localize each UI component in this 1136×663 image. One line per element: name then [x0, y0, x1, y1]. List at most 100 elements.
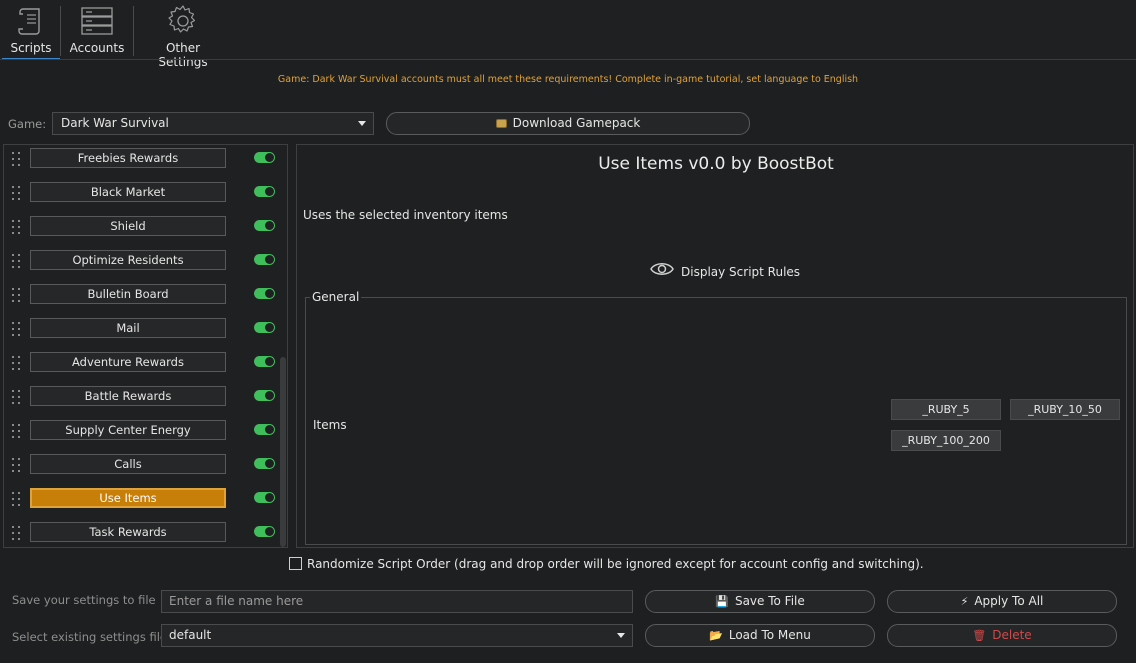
script-toggle[interactable]	[254, 526, 275, 537]
game-label: Game:	[8, 117, 47, 131]
toggle-knob	[265, 357, 274, 366]
script-button[interactable]: Calls	[30, 454, 226, 474]
script-button[interactable]: Adventure Rewards	[30, 352, 226, 372]
script-button[interactable]: Supply Center Energy	[30, 420, 226, 440]
script-toggle[interactable]	[254, 152, 275, 163]
item-chip[interactable]: _RUBY_5	[891, 399, 1001, 420]
script-row[interactable]: Black Market	[4, 179, 279, 213]
script-row[interactable]: Mail	[4, 315, 279, 349]
drag-handle-icon[interactable]	[12, 458, 22, 478]
script-button[interactable]: Mail	[30, 318, 226, 338]
select-settings-label: Select existing settings file	[12, 630, 167, 644]
script-row[interactable]: Calls	[4, 451, 279, 485]
script-list-scrollbar[interactable]	[280, 357, 286, 547]
script-button[interactable]: Optimize Residents	[30, 250, 226, 270]
folder-icon: 📂	[709, 629, 723, 642]
server-icon	[81, 7, 113, 35]
toggle-knob	[265, 221, 274, 230]
script-row[interactable]: Shield	[4, 213, 279, 247]
item-chip[interactable]: _RUBY_100_200	[891, 430, 1001, 451]
delete-label: Delete	[992, 628, 1032, 642]
script-toggle[interactable]	[254, 254, 275, 265]
script-button[interactable]: Shield	[30, 216, 226, 236]
save-settings-label: Save your settings to file	[12, 593, 156, 607]
settings-file-select[interactable]: default	[161, 624, 633, 647]
game-select[interactable]: Dark War Survival	[52, 112, 374, 135]
script-button[interactable]: Task Rewards	[30, 522, 226, 542]
game-select-value: Dark War Survival	[61, 116, 169, 130]
lightning-icon: ⚡	[960, 595, 969, 608]
tab-label: Accounts	[69, 41, 125, 55]
tab-label: Other Settings	[158, 41, 208, 69]
toggle-knob	[265, 527, 274, 536]
script-toggle[interactable]	[254, 424, 275, 435]
load-to-menu-label: Load To Menu	[728, 628, 811, 642]
script-row[interactable]: Bulletin Board	[4, 281, 279, 315]
script-button[interactable]: Use Items	[30, 488, 226, 508]
script-toggle[interactable]	[254, 220, 275, 231]
script-row[interactable]: Freebies Rewards	[4, 145, 279, 179]
toggle-knob	[265, 425, 274, 434]
item-chip[interactable]: _RUBY_10_50	[1010, 399, 1120, 420]
toggle-knob	[265, 255, 274, 264]
randomize-label: Randomize Script Order (drag and drop or…	[307, 557, 924, 571]
script-row[interactable]: Supply Center Energy	[4, 417, 279, 451]
file-name-input[interactable]: Enter a file name here	[161, 590, 633, 613]
delete-button[interactable]: 🗑 Delete	[887, 624, 1117, 647]
download-gamepack-button[interactable]: Download Gamepack	[386, 112, 750, 135]
tab-label: Scripts	[10, 41, 52, 55]
tab-scripts[interactable]: Scripts	[2, 0, 60, 60]
script-row[interactable]: Adventure Rewards	[4, 349, 279, 383]
script-button[interactable]: Battle Rewards	[30, 386, 226, 406]
script-button[interactable]: Bulletin Board	[30, 284, 226, 304]
trash-icon: 🗑	[972, 629, 987, 642]
script-toggle[interactable]	[254, 492, 275, 503]
script-row[interactable]: Use Items	[4, 485, 279, 519]
script-toggle[interactable]	[254, 322, 275, 333]
script-toggle[interactable]	[254, 390, 275, 401]
drag-handle-icon[interactable]	[12, 186, 22, 206]
script-row[interactable]: Battle Rewards	[4, 383, 279, 417]
script-toggle[interactable]	[254, 458, 275, 469]
toolbar-border	[0, 59, 1136, 60]
gear-icon	[168, 5, 196, 33]
toggle-knob	[265, 391, 274, 400]
toolbar-divider	[60, 6, 61, 56]
toggle-knob	[265, 459, 274, 468]
floppy-icon: 💾	[715, 595, 729, 608]
script-toggle[interactable]	[254, 288, 275, 299]
script-row[interactable]: Optimize Residents	[4, 247, 279, 281]
drag-handle-icon[interactable]	[12, 254, 22, 274]
apply-to-all-button[interactable]: ⚡ Apply To All	[887, 590, 1117, 613]
drag-handle-icon[interactable]	[12, 356, 22, 376]
script-button[interactable]: Black Market	[30, 182, 226, 202]
load-to-menu-button[interactable]: 📂 Load To Menu	[645, 624, 875, 647]
drag-handle-icon[interactable]	[12, 526, 22, 546]
tab-other-settings[interactable]: Other Settings	[140, 0, 226, 69]
settings-file-value: default	[169, 628, 212, 642]
drag-handle-icon[interactable]	[12, 322, 22, 342]
toggle-knob	[265, 493, 274, 502]
script-row[interactable]: Task Rewards	[4, 519, 279, 547]
toggle-knob	[265, 153, 274, 162]
save-to-file-label: Save To File	[734, 594, 805, 608]
script-button[interactable]: Freebies Rewards	[30, 148, 226, 168]
drag-handle-icon[interactable]	[12, 424, 22, 444]
toggle-knob	[265, 289, 274, 298]
script-toggle[interactable]	[254, 356, 275, 367]
toggle-knob	[265, 323, 274, 332]
drag-handle-icon[interactable]	[12, 492, 22, 512]
drag-handle-icon[interactable]	[12, 220, 22, 240]
requirements-notice: Game: Dark War Survival accounts must al…	[277, 74, 859, 85]
tab-accounts[interactable]: Accounts	[64, 0, 130, 60]
package-icon	[495, 119, 507, 128]
randomize-checkbox[interactable]	[289, 557, 302, 570]
drag-handle-icon[interactable]	[12, 390, 22, 410]
toolbar-divider	[133, 6, 134, 56]
drag-handle-icon[interactable]	[12, 152, 22, 172]
drag-handle-icon[interactable]	[12, 288, 22, 308]
top-toolbar: Scripts Accounts Other Settings	[0, 0, 1136, 69]
save-to-file-button[interactable]: 💾 Save To File	[645, 590, 875, 613]
script-toggle[interactable]	[254, 186, 275, 197]
eye-icon	[650, 263, 674, 275]
